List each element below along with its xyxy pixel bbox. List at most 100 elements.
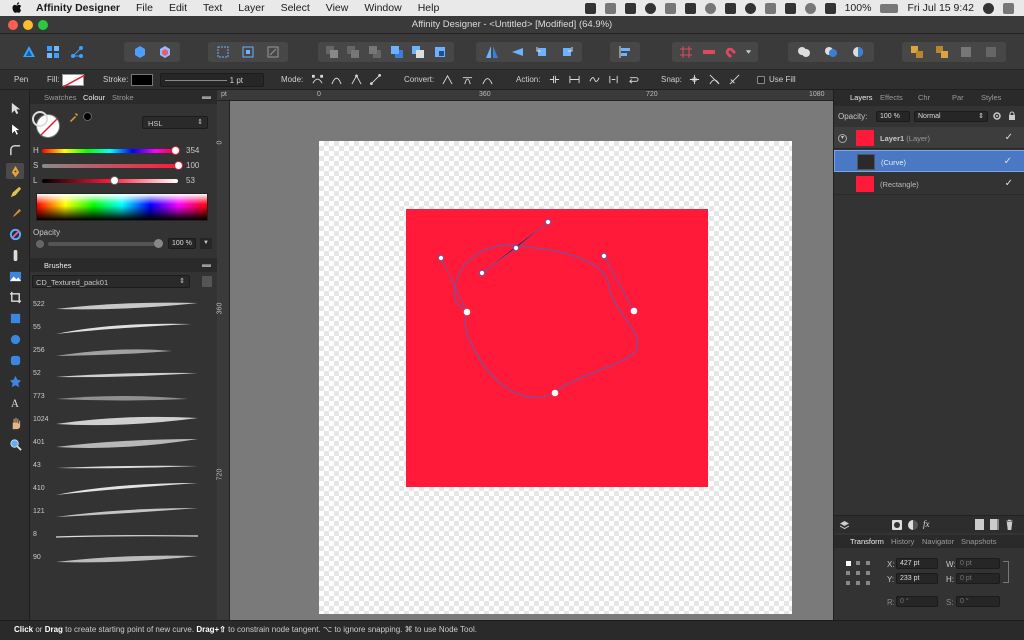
tab-colour[interactable]: Colour: [83, 93, 105, 102]
handle-point[interactable]: [544, 218, 552, 226]
export-persona-icon[interactable]: [68, 44, 86, 60]
brush-item[interactable]: 52: [30, 363, 217, 386]
fill-tool-icon[interactable]: [6, 226, 24, 242]
menu-file[interactable]: File: [136, 2, 153, 14]
layer-settings-gear-icon[interactable]: [992, 111, 1002, 121]
boolean-intersect-icon[interactable]: [849, 44, 867, 60]
black-swatch[interactable]: [83, 112, 92, 121]
hand-tool-icon[interactable]: [6, 415, 24, 431]
stroke-width-slider[interactable]: 1 pt: [160, 73, 264, 87]
snap-tangent-icon[interactable]: [708, 73, 720, 86]
crop-tool-icon[interactable]: [6, 289, 24, 305]
layers-stack-icon[interactable]: [839, 520, 850, 530]
brush-item[interactable]: 55: [30, 317, 217, 340]
tray-volume-icon[interactable]: [824, 2, 836, 14]
rotate-left-icon[interactable]: [533, 44, 551, 60]
snap-grid-icon[interactable]: [677, 44, 695, 60]
tray-app-icon-2[interactable]: [604, 2, 616, 14]
node-point[interactable]: [551, 389, 559, 397]
curve-overlay[interactable]: [230, 101, 833, 620]
mask-layer-icon[interactable]: [892, 520, 902, 530]
opacity-dropdown-icon[interactable]: ▼: [200, 238, 212, 249]
colour-model-select[interactable]: HSL ⇕: [142, 116, 208, 129]
brushes-panel-menu-icon[interactable]: ▬: [202, 259, 211, 269]
menu-edit[interactable]: Edit: [169, 2, 187, 14]
clock[interactable]: Fri Jul 15 9:42: [907, 2, 974, 14]
node-point[interactable]: [630, 307, 638, 315]
flip-vertical-icon[interactable]: [508, 44, 526, 60]
tray-app-icon-4[interactable]: [664, 2, 676, 14]
convert-smooth-icon[interactable]: [461, 73, 473, 86]
action-join-icon[interactable]: [607, 73, 619, 86]
w-field[interactable]: 0 pt: [956, 558, 1000, 569]
lightness-slider-knob[interactable]: [109, 176, 119, 185]
fx-icon[interactable]: fx: [923, 519, 930, 529]
snap-rubber-band-icon[interactable]: [728, 73, 740, 86]
tray-app-icon-8[interactable]: [744, 2, 756, 14]
pixel-persona-icon[interactable]: [44, 44, 62, 60]
opacity-field[interactable]: 100 %: [168, 238, 196, 249]
panel-menu-icon[interactable]: ▬: [202, 91, 211, 101]
trash-icon[interactable]: [1005, 519, 1014, 531]
text-tool-icon[interactable]: A: [6, 394, 24, 410]
saturation-slider[interactable]: [42, 164, 178, 168]
view-mode-icon[interactable]: [131, 44, 149, 60]
visibility-checkmark-icon[interactable]: ✓: [1005, 132, 1013, 143]
arrange-front-icon[interactable]: [388, 44, 406, 60]
brush-item[interactable]: 43: [30, 455, 217, 478]
pen-mode-pen-icon[interactable]: [311, 73, 323, 86]
snap-ruler-icon[interactable]: [700, 44, 718, 60]
blend-mode-select[interactable]: Normal ⇕: [914, 111, 988, 122]
layer-row-rectangle[interactable]: (Rectangle) ✓: [834, 173, 1024, 195]
rounded-rectangle-tool-icon[interactable]: [6, 352, 24, 368]
y-field[interactable]: 233 pt: [896, 573, 938, 584]
minimize-window-button[interactable]: [23, 20, 33, 30]
layer-row-curve[interactable]: (Curve) ✓: [834, 150, 1024, 172]
apple-icon[interactable]: [10, 2, 24, 14]
menu-app-name[interactable]: Affinity Designer: [36, 2, 120, 14]
rotate-right-icon[interactable]: [558, 44, 576, 60]
shear-field[interactable]: 0 °: [956, 596, 1000, 607]
tab-character[interactable]: Chr: [918, 93, 930, 102]
action-close-icon[interactable]: [568, 73, 580, 86]
arrange-subtract-icon[interactable]: [409, 44, 427, 60]
opacity-slider-knob[interactable]: [154, 239, 163, 248]
tab-navigator[interactable]: Navigator: [922, 537, 954, 546]
tab-snapshots[interactable]: Snapshots: [961, 537, 996, 546]
stroke-swatch[interactable]: [131, 74, 153, 86]
colour-picker-icon[interactable]: [69, 112, 79, 122]
rectangle-tool-icon[interactable]: [6, 310, 24, 326]
tab-brushes[interactable]: Brushes: [44, 261, 72, 270]
convert-smart-icon[interactable]: [481, 73, 493, 86]
handle-point[interactable]: [437, 254, 445, 262]
brush-category-select[interactable]: CD_Textured_pack01 ⇕: [32, 275, 190, 288]
constrain-link-icon[interactable]: [1003, 561, 1009, 583]
stroke-colour-well[interactable]: [32, 111, 48, 127]
use-fill-checkbox[interactable]: [757, 76, 765, 84]
notification-center-icon[interactable]: [1003, 2, 1014, 14]
tray-app-icon-9[interactable]: [764, 2, 776, 14]
tray-app-icon-5[interactable]: [684, 2, 696, 14]
flip-horizontal-icon[interactable]: [483, 44, 501, 60]
anchor-point-selector[interactable]: [845, 560, 871, 586]
action-break-icon[interactable]: [548, 73, 560, 86]
insert-behind-icon[interactable]: [982, 44, 1000, 60]
menu-view[interactable]: View: [326, 2, 349, 14]
hue-slider-knob[interactable]: [171, 146, 181, 155]
battery-icon[interactable]: [880, 3, 899, 13]
brush-item[interactable]: 121: [30, 501, 217, 524]
pencil-tool-icon[interactable]: [6, 184, 24, 200]
tab-paragraph[interactable]: Par: [952, 93, 964, 102]
add-group-icon[interactable]: [990, 519, 999, 530]
rotation-field[interactable]: 0 °: [896, 596, 938, 607]
node-tool-icon[interactable]: [6, 121, 24, 137]
brush-item[interactable]: 401: [30, 432, 217, 455]
pen-mode-smart-icon[interactable]: [330, 73, 342, 86]
hue-value[interactable]: 354: [186, 146, 199, 155]
hue-slider[interactable]: [42, 149, 178, 153]
tray-app-icon-6[interactable]: [704, 2, 716, 14]
brush-item[interactable]: 1024: [30, 409, 217, 432]
saturation-slider-knob[interactable]: [173, 161, 183, 170]
menu-text[interactable]: Text: [203, 2, 222, 14]
brush-item[interactable]: 8: [30, 524, 217, 547]
